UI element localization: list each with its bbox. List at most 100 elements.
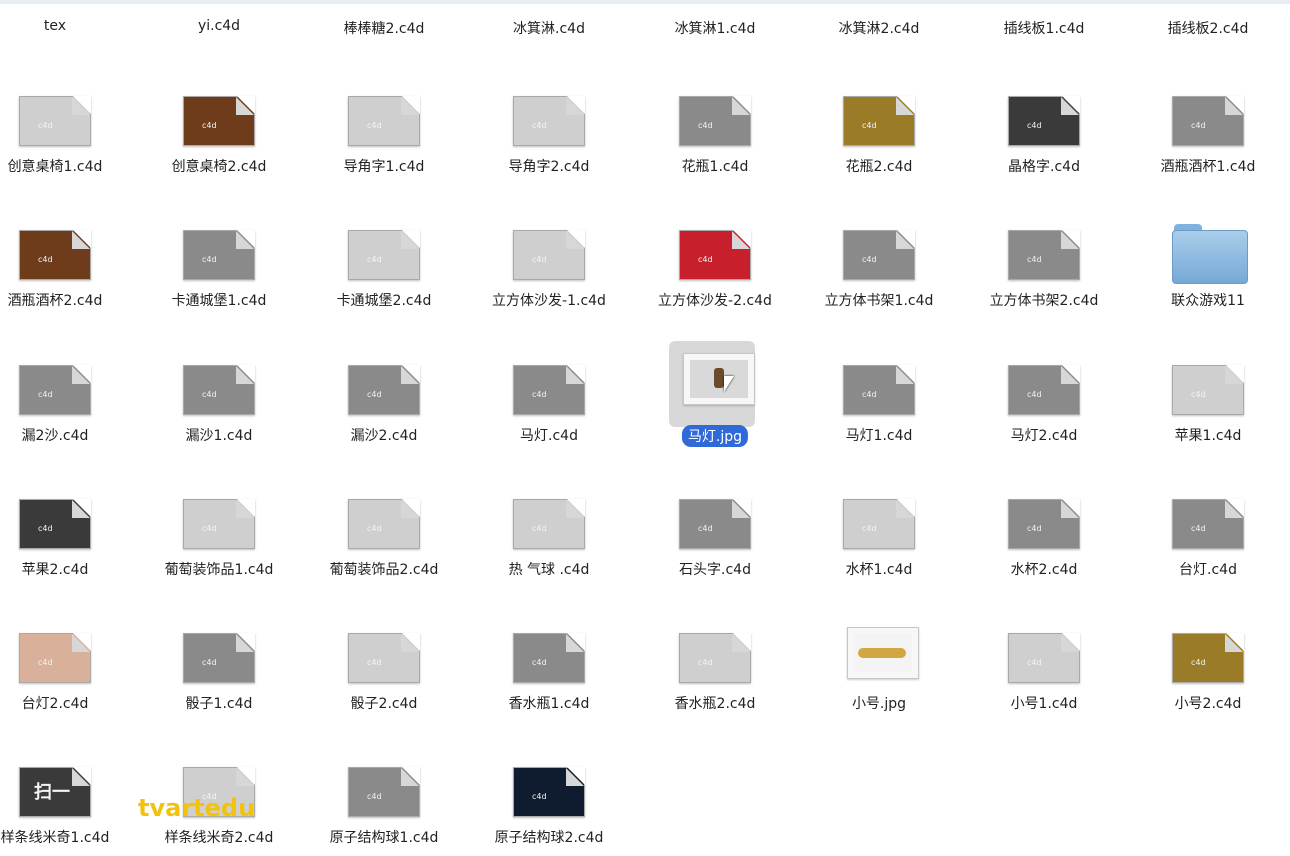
file-name-label: 酒瓶酒杯2.c4d xyxy=(7,293,103,309)
c4d-document-icon: c4d xyxy=(679,493,751,553)
file-item[interactable]: c4d 漏沙1.c4d xyxy=(139,339,299,459)
file-item[interactable]: c4d 骰子1.c4d xyxy=(139,607,299,727)
top-row-label[interactable]: 冰箕淋1.c4d xyxy=(635,18,795,38)
file-item[interactable]: 小号.jpg xyxy=(799,607,959,727)
c4d-document-icon: c4d xyxy=(19,90,91,150)
file-item[interactable]: 马灯.jpg xyxy=(635,339,795,459)
file-name-label: 小号2.c4d xyxy=(1174,696,1242,712)
file-name-label: 骰子1.c4d xyxy=(185,696,253,712)
watermark-text: tvartedu xyxy=(138,794,256,822)
file-item[interactable]: c4d 香水瓶1.c4d xyxy=(469,607,629,727)
file-item[interactable]: c4d 苹果1.c4d xyxy=(1128,339,1288,459)
file-name-label: 酒瓶酒杯1.c4d xyxy=(1160,159,1256,175)
c4d-document-icon: c4d xyxy=(843,90,915,150)
file-item[interactable]: c4d 漏沙2.c4d xyxy=(304,339,464,459)
file-name-label: 漏沙2.c4d xyxy=(350,428,418,444)
file-item[interactable]: c4d 花瓶2.c4d xyxy=(799,70,959,190)
file-item[interactable]: 扫一 样条线米奇1.c4d xyxy=(0,741,135,856)
file-item[interactable]: c4d 苹果2.c4d xyxy=(0,473,135,593)
file-name-label: 骰子2.c4d xyxy=(350,696,418,712)
file-name-label: 创意桌椅2.c4d xyxy=(171,159,267,175)
top-row-label[interactable]: 冰箕淋2.c4d xyxy=(799,18,959,38)
top-row-label[interactable]: tex xyxy=(0,18,135,34)
file-name-label: 香水瓶1.c4d xyxy=(508,696,590,712)
file-item[interactable]: c4d 马灯1.c4d xyxy=(799,339,959,459)
c4d-document-icon: c4d xyxy=(679,627,751,687)
file-item[interactable]: c4d 台灯.c4d xyxy=(1128,473,1288,593)
c4d-document-icon: c4d xyxy=(183,224,255,284)
file-item[interactable]: c4d 酒瓶酒杯1.c4d xyxy=(1128,70,1288,190)
file-item[interactable]: c4d 创意桌椅1.c4d xyxy=(0,70,135,190)
c4d-document-icon: c4d xyxy=(843,493,915,553)
file-name-label: 联众游戏11 xyxy=(1171,293,1245,309)
file-name-label: 样条线米奇1.c4d xyxy=(0,830,110,846)
file-item[interactable]: c4d 石头字.c4d xyxy=(635,473,795,593)
c4d-document-icon: c4d xyxy=(513,359,585,419)
file-item[interactable]: c4d 漏2沙.c4d xyxy=(0,339,135,459)
file-item[interactable]: c4d 葡萄装饰品1.c4d xyxy=(139,473,299,593)
file-name-label: 葡萄装饰品1.c4d xyxy=(164,562,274,578)
c4d-document-icon: c4d xyxy=(1008,359,1080,419)
file-grid: tex yi.c4d 棒棒糖2.c4d 冰箕淋.c4d 冰箕淋1.c4d 冰箕淋2.c4d… xyxy=(0,0,1290,856)
file-item[interactable]: c4d 导角字2.c4d xyxy=(469,70,629,190)
c4d-document-icon: c4d xyxy=(843,359,915,419)
file-item[interactable]: c4d 晶格字.c4d xyxy=(964,70,1124,190)
folder-item[interactable]: 联众游戏11 xyxy=(1128,204,1288,324)
file-name-label: 苹果2.c4d xyxy=(21,562,89,578)
c4d-document-icon: c4d xyxy=(19,224,91,284)
c4d-document-icon: c4d xyxy=(183,627,255,687)
c4d-document-icon: c4d xyxy=(348,493,420,553)
top-row-label[interactable]: yi.c4d xyxy=(139,18,299,34)
file-name-label: 马灯2.c4d xyxy=(1010,428,1078,444)
top-row-label[interactable]: 棒棒糖2.c4d xyxy=(304,18,464,38)
file-item[interactable]: c4d 卡通城堡2.c4d xyxy=(304,204,464,324)
file-name-label: 小号.jpg xyxy=(851,696,907,712)
file-item[interactable]: c4d 水杯2.c4d xyxy=(964,473,1124,593)
file-item[interactable]: c4d 热 气球 .c4d xyxy=(469,473,629,593)
file-name-label: 水杯2.c4d xyxy=(1010,562,1078,578)
file-item[interactable]: c4d 小号2.c4d xyxy=(1128,607,1288,727)
file-name-label: 马灯.c4d xyxy=(520,428,578,444)
file-item[interactable]: c4d 骰子2.c4d xyxy=(304,607,464,727)
file-name-label: 小号1.c4d xyxy=(1010,696,1078,712)
c4d-document-icon: c4d xyxy=(1172,627,1244,687)
file-item[interactable]: c4d 香水瓶2.c4d xyxy=(635,607,795,727)
file-name-label: 花瓶1.c4d xyxy=(681,159,749,175)
file-item[interactable]: c4d 原子结构球1.c4d xyxy=(304,741,464,856)
file-item[interactable]: c4d 马灯.c4d xyxy=(469,339,629,459)
c4d-document-icon: c4d xyxy=(1008,627,1080,687)
file-name-label: 原子结构球1.c4d xyxy=(329,830,439,846)
file-name-label: 导角字1.c4d xyxy=(343,159,425,175)
top-row-label[interactable]: 插线板1.c4d xyxy=(964,18,1124,38)
c4d-document-icon: c4d xyxy=(513,90,585,150)
file-item[interactable]: c4d 立方体沙发-2.c4d xyxy=(635,204,795,324)
c4d-document-icon: c4d xyxy=(679,90,751,150)
top-row-label[interactable]: 冰箕淋.c4d xyxy=(469,18,629,38)
c4d-document-icon: c4d xyxy=(19,627,91,687)
file-item[interactable]: c4d 卡通城堡1.c4d xyxy=(139,204,299,324)
file-name-label: 导角字2.c4d xyxy=(508,159,590,175)
file-item[interactable]: c4d 立方体书架1.c4d xyxy=(799,204,959,324)
file-item[interactable]: c4d 台灯2.c4d xyxy=(0,607,135,727)
c4d-document-icon: c4d xyxy=(1172,90,1244,150)
file-name-label: 葡萄装饰品2.c4d xyxy=(329,562,439,578)
file-item[interactable]: c4d 立方体沙发-1.c4d xyxy=(469,204,629,324)
file-name-label: 热 气球 .c4d xyxy=(508,562,590,578)
file-item[interactable]: c4d 酒瓶酒杯2.c4d xyxy=(0,204,135,324)
file-name-label: 台灯.c4d xyxy=(1179,562,1237,578)
c4d-document-icon: c4d xyxy=(348,359,420,419)
file-item[interactable]: c4d 立方体书架2.c4d xyxy=(964,204,1124,324)
file-item[interactable]: c4d 创意桌椅2.c4d xyxy=(139,70,299,190)
file-item[interactable]: c4d 马灯2.c4d xyxy=(964,339,1124,459)
file-item[interactable]: c4d 水杯1.c4d xyxy=(799,473,959,593)
c4d-document-icon: c4d xyxy=(1008,90,1080,150)
file-item[interactable]: c4d 葡萄装饰品2.c4d xyxy=(304,473,464,593)
file-item[interactable]: c4d 导角字1.c4d xyxy=(304,70,464,190)
file-name-label: 立方体沙发-2.c4d xyxy=(658,293,772,309)
file-item[interactable]: c4d 花瓶1.c4d xyxy=(635,70,795,190)
top-row-label[interactable]: 插线板2.c4d xyxy=(1128,18,1288,38)
file-item[interactable]: c4d 小号1.c4d xyxy=(964,607,1124,727)
c4d-document-icon: c4d xyxy=(1008,224,1080,284)
window-top-edge xyxy=(0,0,1290,4)
file-item[interactable]: c4d 原子结构球2.c4d xyxy=(469,741,629,856)
